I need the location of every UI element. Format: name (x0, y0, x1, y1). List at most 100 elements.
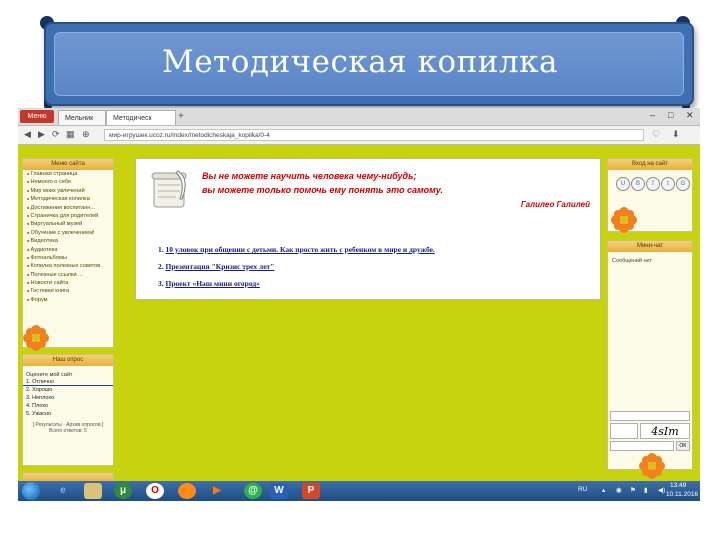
site-menu-item[interactable]: Форум (23, 296, 113, 304)
windows-taskbar: e μ O ▶ @ W P RU ▴ ◉ ⚑ ▮ ◀) 13:49 10.11.… (18, 481, 700, 501)
slide-title: Методическая копилка (161, 44, 559, 80)
lock-icon: ⊕ (82, 129, 90, 139)
grid-icon[interactable]: ▦ (66, 129, 75, 140)
clock-date[interactable]: 10.11.2016 (666, 491, 698, 498)
tray-antivirus-icon[interactable]: ◉ (616, 486, 622, 494)
word-icon[interactable]: W (270, 483, 288, 499)
poll-header: Наш опрос (23, 355, 113, 366)
site-menu-item[interactable]: Полезные ссылки ... (23, 271, 113, 279)
ie-icon[interactable]: e (54, 483, 72, 499)
tab-label: Методическ (113, 115, 152, 122)
link-text[interactable]: Презентация "Кризис трех лет" (166, 262, 275, 271)
chat-message-input[interactable] (610, 423, 638, 439)
flower-icon (23, 325, 49, 351)
url-field[interactable]: мир-игрушек.ucoz.ru/index/metodicheskaja… (104, 129, 644, 141)
network-icon[interactable]: ▮ (644, 486, 648, 494)
firefox-icon[interactable] (178, 483, 196, 499)
poll-option[interactable]: 4. Плохо (23, 402, 113, 410)
tab-label: Мельник (65, 115, 94, 122)
flower-icon (611, 207, 637, 233)
link-text[interactable]: 10 уловок при общении с детьми. Как прос… (166, 245, 435, 254)
mini-chat-panel: Мини-чат Сообщений нет 4sIm OK (607, 240, 693, 470)
link-number: 3. (158, 279, 164, 288)
poll-panel: Наш опрос Оцените мой сайт 1. Отлично 2. … (22, 354, 114, 466)
opera-icon[interactable]: O (146, 483, 164, 499)
media-player-icon[interactable]: ▶ (208, 483, 226, 499)
site-menu-item[interactable]: Обучение с увлечением! (23, 229, 113, 237)
chat-name-input[interactable] (610, 411, 690, 421)
heart-icon[interactable]: ♡ (652, 129, 660, 140)
maximize-icon[interactable]: □ (668, 110, 673, 120)
tab-bar: Меню Мельник Методическ + – □ ✕ (18, 108, 700, 126)
site-menu-item[interactable]: Методическая копилка (23, 195, 113, 203)
site-menu-item[interactable]: Достижения воспитанн... (23, 204, 113, 212)
site-menu-item[interactable]: Страничка для родителей (23, 212, 113, 220)
back-icon[interactable]: ◀ (24, 129, 31, 140)
site-menu-item[interactable]: Виртуальный музей (23, 220, 113, 228)
poll-option[interactable]: 1. Отлично (23, 378, 113, 386)
captcha-image: 4sIm (640, 423, 690, 439)
chat-empty-text: Сообщений нет (612, 258, 652, 264)
twitter-login-icon[interactable]: t (661, 177, 675, 191)
login-header: Вход на сайт (608, 159, 692, 170)
close-icon[interactable]: ✕ (686, 110, 694, 121)
chat-header: Мини-чат (608, 241, 692, 252)
quote-line-2: вы можете только помочь ему понять это с… (202, 185, 443, 195)
tab-melnik[interactable]: Мельник (58, 110, 106, 125)
site-menu-header: Меню сайта (23, 159, 113, 170)
chat-ok-button[interactable]: OK (676, 441, 690, 451)
site-menu-item[interactable]: Главная страница (23, 170, 113, 178)
site-menu-item[interactable]: Фотоальбомы (23, 254, 113, 262)
site-menu-item[interactable]: Немного о себе (23, 178, 113, 186)
minimize-icon[interactable]: – (650, 110, 655, 120)
site-menu-item[interactable]: Гостевая книга (23, 287, 113, 295)
poll-option[interactable]: 3. Неплохо (23, 394, 113, 402)
article-link-1[interactable]: 1. 10 уловок при общении с детьми. Как п… (158, 245, 435, 254)
article-link-2[interactable]: 2. Презентация "Кризис трех лет" (158, 262, 274, 271)
article-link-3[interactable]: 3. Проект «Наш мини огород» (158, 279, 260, 288)
link-number: 1. (158, 245, 164, 254)
poll-option[interactable]: 2. Хорошо (23, 386, 113, 394)
site-menu-item[interactable]: Мир моих увлечений (23, 187, 113, 195)
browser-window: Меню Мельник Методическ + – □ ✕ ◀ ▶ ⟳ ▦ … (18, 108, 700, 481)
browser-menu-button[interactable]: Меню (20, 110, 54, 123)
tab-metodich[interactable]: Методическ (106, 110, 176, 125)
next-panel (22, 472, 114, 481)
site-menu-item[interactable]: Аудиотека (23, 246, 113, 254)
poll-total: Всего ответов: 5 (49, 428, 87, 434)
download-icon[interactable]: ⬇ (672, 129, 680, 140)
poll-options: 1. Отлично 2. Хорошо 3. Неплохо 4. Плохо 5. … (23, 378, 113, 418)
poll-option[interactable]: 5. Ужасно (23, 410, 113, 418)
powerpoint-icon[interactable]: P (302, 483, 320, 499)
folder-icon[interactable] (84, 483, 102, 499)
site-menu-panel: Меню сайта Главная страницаНемного о себ… (22, 158, 114, 348)
clock-time[interactable]: 13:49 (670, 482, 686, 489)
flag-icon[interactable]: ⚑ (630, 486, 636, 494)
site-menu-list: Главная страницаНемного о себеМир моих у… (23, 170, 113, 304)
reload-icon[interactable]: ⟳ (52, 129, 60, 140)
language-indicator[interactable]: RU (578, 486, 587, 493)
quote-line-1: Вы не можете научить человека чему-нибуд… (202, 171, 417, 181)
address-bar: ◀ ▶ ⟳ ▦ ⊕ мир-игрушек.ucoz.ru/index/meto… (18, 126, 700, 145)
link-number: 2. (158, 262, 164, 271)
forward-icon[interactable]: ▶ (38, 129, 45, 140)
google-login-icon[interactable]: G (676, 177, 690, 191)
facebook-login-icon[interactable]: f (646, 177, 660, 191)
quote-author: Галилео Галилей (520, 200, 590, 209)
windows-start-icon[interactable] (22, 482, 40, 500)
tray-arrow-icon[interactable]: ▴ (602, 486, 605, 494)
volume-icon[interactable]: ◀) (658, 486, 665, 494)
new-tab-icon[interactable]: + (178, 111, 184, 122)
ucoz-login-icon[interactable]: U (616, 177, 630, 191)
site-menu-item[interactable]: Копилка полезных советов (23, 262, 113, 270)
site-menu-item[interactable]: Новости сайта (23, 279, 113, 287)
chat-app-icon[interactable]: @ (244, 483, 262, 499)
scroll-quill-icon (151, 170, 187, 208)
link-text[interactable]: Проект «Наш мини огород» (166, 279, 260, 288)
site-menu-item[interactable]: Видеотека (23, 237, 113, 245)
vk-login-icon[interactable]: В (631, 177, 645, 191)
poll-question: Оцените мой сайт (26, 372, 73, 378)
captcha-input[interactable] (610, 441, 674, 451)
main-content: Вы не можете научить человека чему-нибуд… (135, 158, 601, 300)
torrent-icon[interactable]: μ (114, 483, 132, 499)
